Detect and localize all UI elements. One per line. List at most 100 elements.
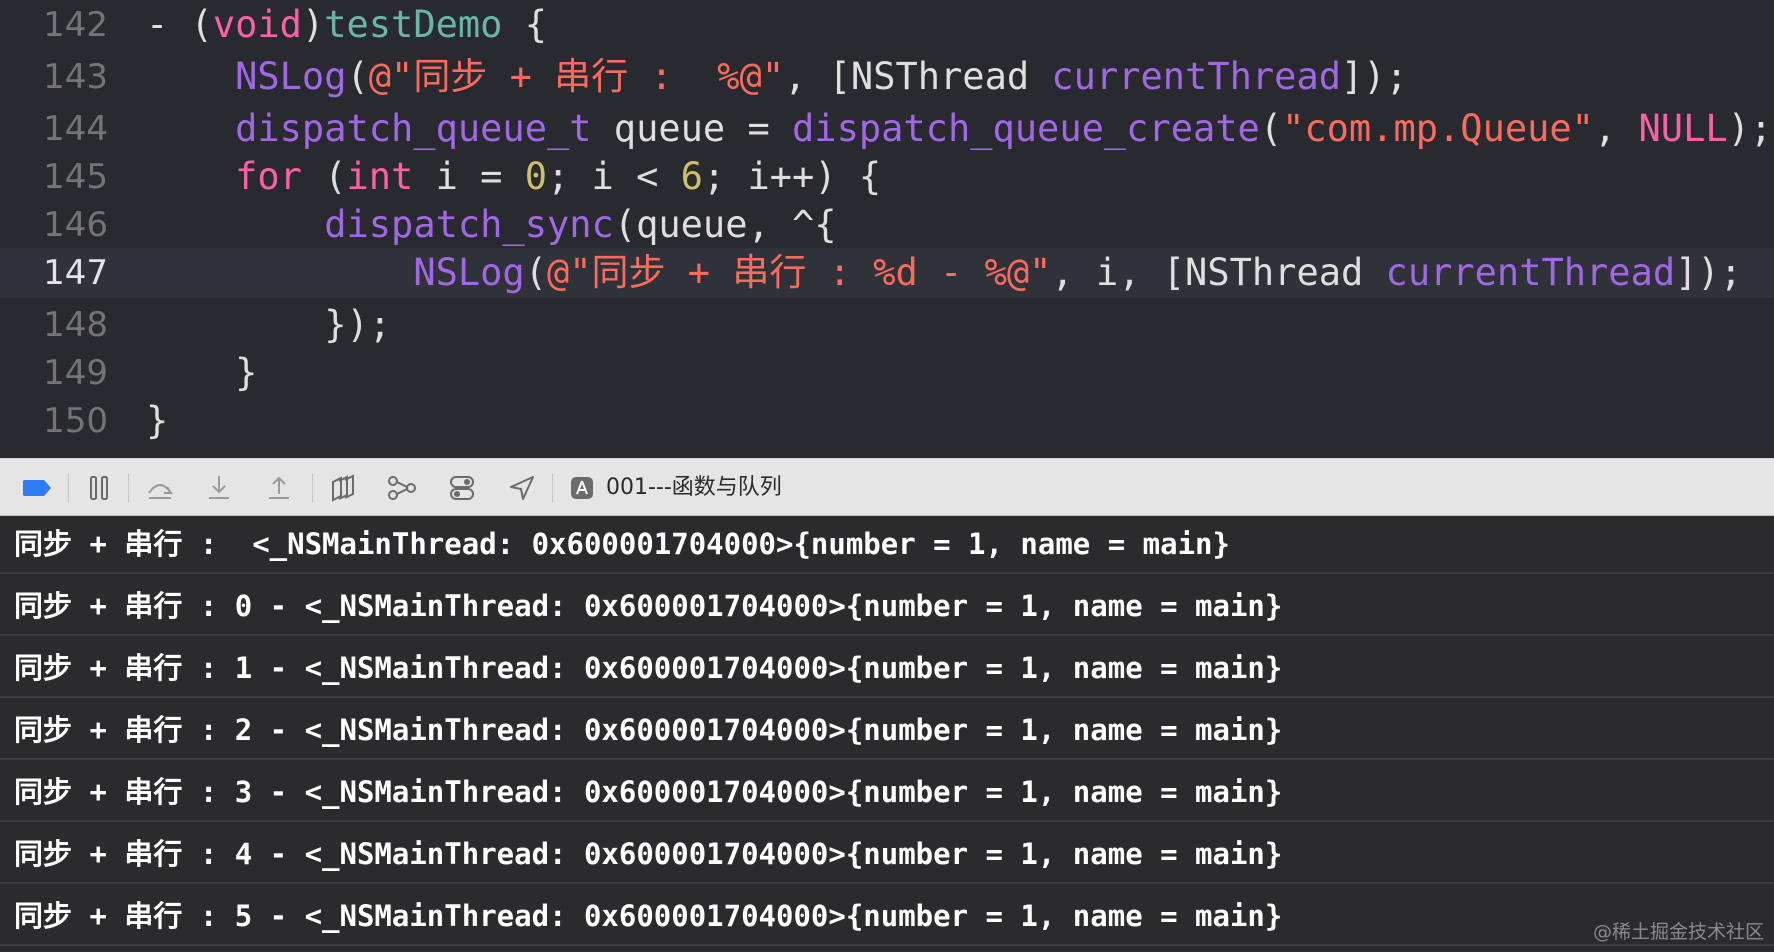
code-token: }	[146, 351, 258, 394]
scheme-target-icon-wrap	[568, 471, 596, 505]
step-over-button[interactable]	[142, 471, 178, 505]
environment-overrides-button[interactable]	[444, 471, 480, 505]
console-log-line: 同步 + 串行 : 3 - <_NSMainThread: 0x60000170…	[0, 762, 1774, 822]
code-token: NSLog	[413, 251, 525, 294]
code-token: {	[502, 3, 547, 46]
code-token: dispatch_queue_t	[235, 107, 592, 150]
code-token: }	[146, 399, 169, 442]
console-log-line: 同步 + 串行 : 1 - <_NSMainThread: 0x60000170…	[0, 638, 1774, 698]
pause-icon	[90, 476, 108, 500]
code-token: ,	[1593, 107, 1639, 150]
code-token: 6	[680, 155, 703, 198]
console-log-line: 同步 + 串行 : 2 - <_NSMainThread: 0x60000170…	[0, 700, 1774, 760]
code-editor[interactable]: 142- (void)testDemo {143 NSLog(@"同步 + 串行…	[0, 0, 1774, 458]
code-line[interactable]: 148 });	[0, 300, 1774, 350]
step-out-icon	[269, 476, 289, 499]
app-target-icon	[571, 477, 593, 499]
scheme-label[interactable]: 001---函数与队列	[606, 471, 782, 505]
code-token: );	[1727, 107, 1773, 150]
code-token: (	[524, 251, 547, 294]
view-hierarchy-icon	[332, 474, 354, 502]
watermark: @稀土掘金技术社区	[1592, 921, 1764, 943]
code-line[interactable]: 145 for (int i = 0; i < 6; i++) {	[0, 152, 1774, 202]
code-token: i =	[413, 155, 525, 198]
code-text[interactable]: NSLog(@"同步 + 串行 : %d - %@", i, [NSThread…	[146, 248, 1742, 298]
view-hierarchy-button[interactable]	[326, 471, 360, 505]
code-line[interactable]: 143 NSLog(@"同步 + 串行 : %@", [NSThread cur…	[0, 52, 1774, 102]
code-text[interactable]: dispatch_sync(queue, ^{	[146, 200, 837, 250]
code-token: ; i++) {	[702, 155, 882, 198]
code-token: queue =	[591, 107, 793, 150]
code-token: dispatch_sync	[324, 203, 614, 246]
code-token: });	[146, 303, 392, 346]
code-token: )	[301, 3, 325, 46]
code-text[interactable]: - (void)testDemo {	[146, 0, 547, 50]
pause-button[interactable]	[82, 471, 116, 505]
line-number[interactable]: 145	[0, 152, 108, 202]
code-token: NSLog	[235, 55, 347, 98]
code-token: for	[235, 155, 302, 198]
code-line[interactable]: 142 - (void)testDemo {	[0, 0, 1774, 50]
code-token: 0	[524, 155, 547, 198]
code-token: int	[346, 155, 414, 198]
code-token: ; i <	[547, 155, 681, 198]
code-token: - (	[146, 3, 213, 46]
line-number[interactable]: 144	[0, 104, 108, 154]
line-number[interactable]: 143	[0, 52, 108, 102]
console-log-line: 同步 + 串行 : 5 - <_NSMainThread: 0x60000170…	[0, 886, 1774, 946]
breakpoints-toggle-icon	[23, 480, 51, 496]
code-text[interactable]: for (int i = 0; i < 6; i++) {	[146, 152, 881, 202]
code-token: @"同步 + 串行 : %@"	[368, 55, 785, 98]
breakpoints-toggle-button[interactable]	[20, 471, 54, 505]
code-token: currentThread	[1051, 55, 1341, 98]
code-text[interactable]: }	[146, 348, 257, 398]
code-token: , i, [NSThread	[1051, 251, 1386, 294]
code-line[interactable]: 144 dispatch_queue_t queue = dispatch_qu…	[0, 104, 1774, 154]
console-log-line: 同步 + 串行 : 4 - <_NSMainThread: 0x60000170…	[0, 824, 1774, 884]
code-token: ]);	[1341, 55, 1408, 98]
line-number[interactable]: 148	[0, 300, 108, 350]
line-number[interactable]: 150	[0, 396, 108, 446]
console-log-line: 同步 + 串行 : <_NSMainThread: 0x600001704000…	[0, 516, 1774, 574]
line-number[interactable]: 149	[0, 348, 108, 398]
code-token: , [NSThread	[784, 55, 1052, 98]
code-token: (	[301, 155, 347, 198]
code-token: NULL	[1638, 107, 1728, 150]
code-text[interactable]: }	[146, 396, 168, 446]
code-token: dispatch_queue_create	[792, 107, 1260, 150]
code-token: "com.mp.Queue"	[1282, 107, 1594, 150]
code-token: currentThread	[1385, 251, 1676, 294]
code-token: (	[346, 55, 369, 98]
code-token: testDemo	[324, 3, 503, 46]
memory-graph-button[interactable]	[384, 471, 420, 505]
code-text[interactable]: });	[146, 300, 391, 350]
code-token: ]);	[1675, 251, 1742, 294]
simulate-location-button[interactable]	[504, 471, 540, 505]
step-out-button[interactable]	[262, 471, 296, 505]
debug-toolbar: 001---函数与队列	[0, 458, 1774, 516]
debug-console[interactable]: 同步 + 串行 : <_NSMainThread: 0x600001704000…	[0, 516, 1774, 952]
code-token: (queue, ^{	[613, 203, 837, 246]
step-into-button[interactable]	[202, 471, 236, 505]
console-log-line: 同步 + 串行 : 0 - <_NSMainThread: 0x60000170…	[0, 576, 1774, 636]
code-line[interactable]: 146 dispatch_sync(queue, ^{	[0, 200, 1774, 250]
step-over-icon	[148, 484, 173, 499]
code-line[interactable]: 149 }	[0, 348, 1774, 398]
line-number[interactable]: 142	[0, 0, 108, 50]
code-token: (	[1259, 107, 1283, 150]
code-line[interactable]: 150}	[0, 396, 1774, 446]
step-into-icon	[209, 476, 229, 499]
simulate-location-icon	[510, 476, 534, 500]
code-text[interactable]: dispatch_queue_t queue = dispatch_queue_…	[146, 104, 1772, 154]
line-number[interactable]: 147	[0, 248, 108, 298]
environment-overrides-icon	[450, 476, 474, 500]
memory-graph-icon	[388, 476, 416, 500]
line-number[interactable]: 146	[0, 200, 108, 250]
code-text[interactable]: NSLog(@"同步 + 串行 : %@", [NSThread current…	[146, 52, 1408, 102]
code-line[interactable]: 147 NSLog(@"同步 + 串行 : %d - %@", i, [NSTh…	[0, 248, 1774, 298]
